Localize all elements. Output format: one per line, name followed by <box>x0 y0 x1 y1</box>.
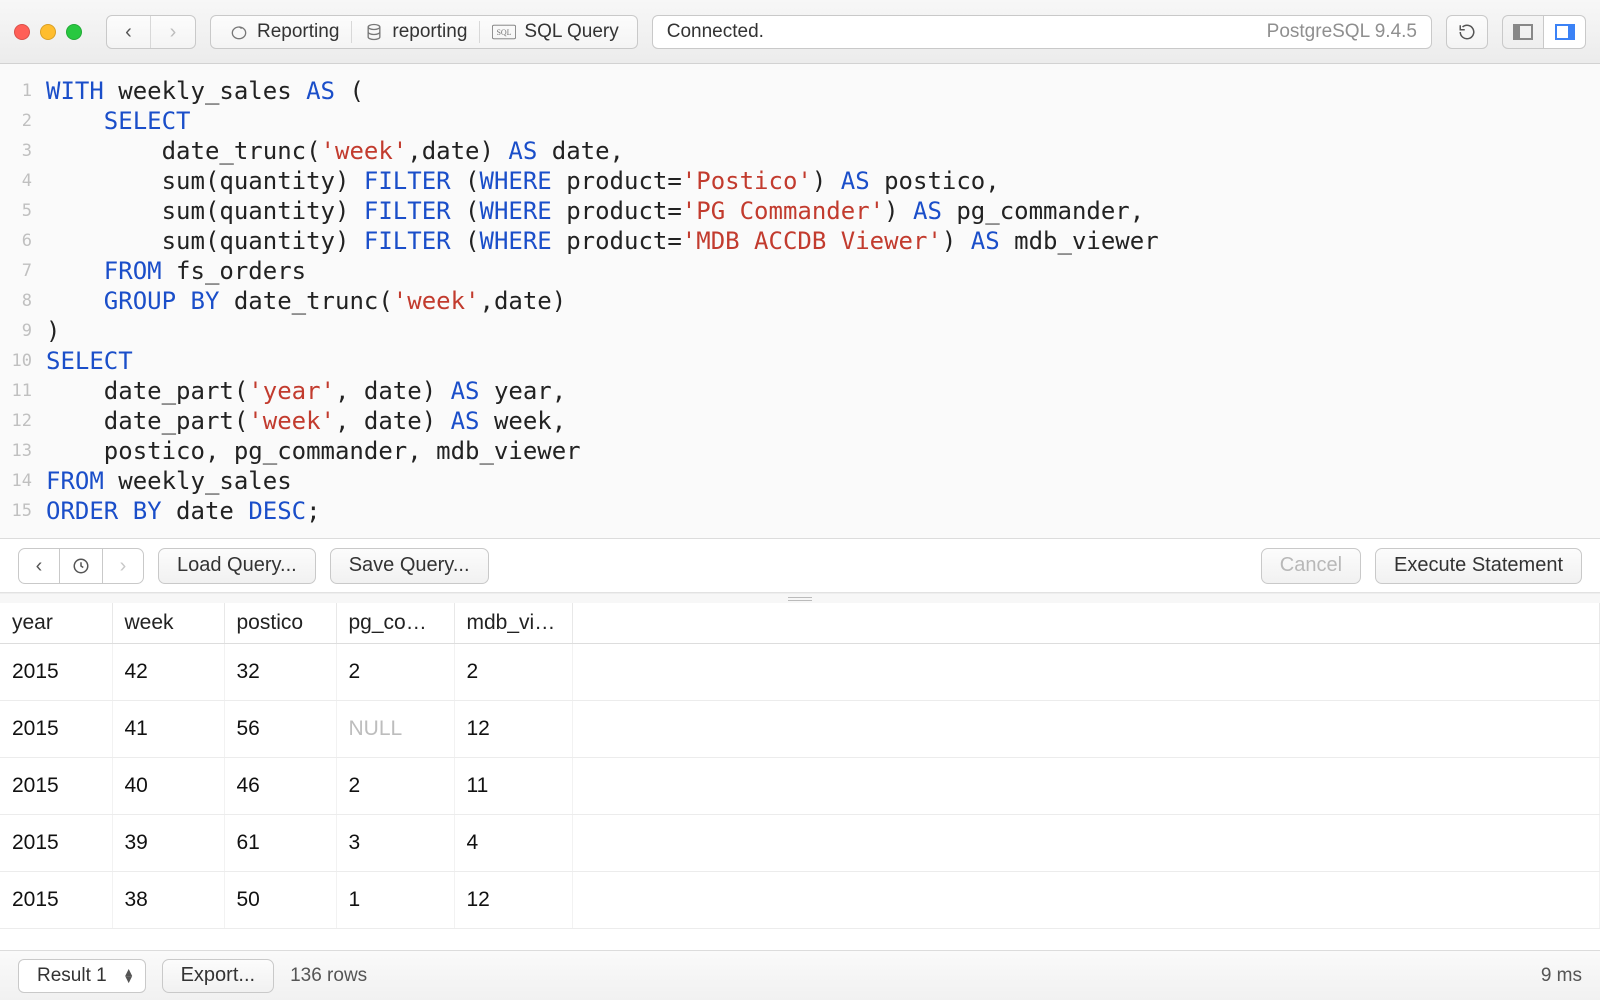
column-header[interactable]: pg_com… <box>336 603 454 644</box>
table-row[interactable]: 20154156NULL12 <box>0 701 1600 758</box>
grip-icon <box>788 597 812 601</box>
breadcrumb: Reporting reporting SQL SQL Query <box>210 15 638 49</box>
table-cell[interactable]: 2015 <box>0 872 112 929</box>
breadcrumb-item[interactable]: reporting <box>351 21 479 43</box>
query-toolbar: ‹ › Load Query... Save Query... Cancel E… <box>0 539 1600 593</box>
table-row[interactable]: 20154046211 <box>0 758 1600 815</box>
save-query-button[interactable]: Save Query... <box>330 548 489 584</box>
column-header[interactable]: week <box>112 603 224 644</box>
panel-toggle <box>1502 15 1586 49</box>
breadcrumb-label: SQL Query <box>524 21 618 43</box>
chevron-left-icon: ‹ <box>36 556 43 576</box>
table-row[interactable]: 2015423222 <box>0 644 1600 701</box>
line-number-gutter: 123456789101112131415 <box>0 64 40 538</box>
table-cell[interactable]: 2015 <box>0 815 112 872</box>
execute-statement-button[interactable]: Execute Statement <box>1375 548 1582 584</box>
table-cell[interactable]: 2 <box>336 644 454 701</box>
column-header[interactable]: year <box>0 603 112 644</box>
chevron-left-icon: ‹ <box>125 22 132 42</box>
back-button[interactable]: ‹ <box>107 16 151 48</box>
table-row[interactable]: 2015396134 <box>0 815 1600 872</box>
table-cell[interactable]: 42 <box>112 644 224 701</box>
table-cell[interactable]: 2 <box>454 644 572 701</box>
elephant-icon <box>229 22 249 42</box>
zoom-window-button[interactable] <box>66 24 82 40</box>
table-cell[interactable]: 61 <box>224 815 336 872</box>
table-cell[interactable]: 46 <box>224 758 336 815</box>
table-cell[interactable]: 3 <box>336 815 454 872</box>
table-header-row[interactable]: yearweekposticopg_com…mdb_vie… <box>0 603 1600 644</box>
history-back-button[interactable]: ‹ <box>18 548 60 584</box>
query-history-nav: ‹ › <box>18 548 144 584</box>
table-cell[interactable]: 11 <box>454 758 572 815</box>
table-cell[interactable]: 41 <box>112 701 224 758</box>
table-cell[interactable]: 1 <box>336 872 454 929</box>
breadcrumb-label: Reporting <box>257 21 339 43</box>
results-table[interactable]: yearweekposticopg_com…mdb_vie… 201542322… <box>0 603 1600 929</box>
results-pane: yearweekposticopg_com…mdb_vie… 201542322… <box>0 603 1600 950</box>
chevron-right-icon: › <box>120 556 127 576</box>
breadcrumb-item[interactable]: SQL SQL Query <box>479 21 630 43</box>
bottom-bar: Result 1 ▲▼ Export... 136 rows 9 ms <box>0 950 1600 1000</box>
connection-status: Connected. PostgreSQL 9.4.5 <box>652 15 1432 49</box>
chevron-right-icon: › <box>170 22 177 42</box>
table-cell[interactable]: 2015 <box>0 758 112 815</box>
svg-text:SQL: SQL <box>497 28 512 37</box>
export-button[interactable]: Export... <box>162 959 274 993</box>
table-row[interactable]: 20153850112 <box>0 872 1600 929</box>
titlebar: ‹ › Reporting reporting SQL SQL Query Conne… <box>0 0 1600 64</box>
breadcrumb-label: reporting <box>392 21 467 43</box>
table-cell[interactable]: 2015 <box>0 701 112 758</box>
window-controls <box>14 24 82 40</box>
left-panel-toggle[interactable] <box>1502 15 1544 49</box>
table-cell[interactable]: 32 <box>224 644 336 701</box>
sql-code[interactable]: WITH weekly_sales AS ( SELECT date_trunc… <box>40 64 1169 538</box>
forward-button[interactable]: › <box>151 16 195 48</box>
db-version: PostgreSQL 9.4.5 <box>1267 21 1417 43</box>
nav-back-forward: ‹ › <box>106 15 196 49</box>
row-count: 136 rows <box>290 965 367 987</box>
minimize-window-button[interactable] <box>40 24 56 40</box>
query-timing: 9 ms <box>1541 965 1582 987</box>
history-button[interactable] <box>60 548 102 584</box>
history-forward-button[interactable]: › <box>102 548 144 584</box>
table-body: 201542322220154156NULL122015404621120153… <box>0 644 1600 929</box>
load-query-button[interactable]: Load Query... <box>158 548 316 584</box>
refresh-button[interactable] <box>1446 15 1488 49</box>
splitter-handle[interactable] <box>0 593 1600 603</box>
table-cell[interactable]: 2015 <box>0 644 112 701</box>
updown-icon: ▲▼ <box>123 969 135 983</box>
table-cell[interactable]: 12 <box>454 872 572 929</box>
database-icon <box>364 22 384 42</box>
cancel-button[interactable]: Cancel <box>1261 548 1361 584</box>
refresh-icon <box>1458 23 1476 41</box>
table-cell[interactable]: NULL <box>336 701 454 758</box>
table-cell[interactable]: 56 <box>224 701 336 758</box>
right-panel-toggle[interactable] <box>1544 15 1586 49</box>
column-header[interactable]: postico <box>224 603 336 644</box>
table-cell[interactable]: 50 <box>224 872 336 929</box>
sql-icon: SQL <box>492 24 516 40</box>
column-header[interactable]: mdb_vie… <box>454 603 572 644</box>
breadcrumb-item[interactable]: Reporting <box>217 21 351 43</box>
close-window-button[interactable] <box>14 24 30 40</box>
sql-editor[interactable]: 123456789101112131415 WITH weekly_sales … <box>0 64 1600 539</box>
table-cell[interactable]: 40 <box>112 758 224 815</box>
table-cell[interactable]: 12 <box>454 701 572 758</box>
table-cell[interactable]: 2 <box>336 758 454 815</box>
result-selector-label: Result 1 <box>37 965 107 987</box>
status-text: Connected. <box>667 21 764 43</box>
table-cell[interactable]: 38 <box>112 872 224 929</box>
table-cell[interactable]: 4 <box>454 815 572 872</box>
result-selector[interactable]: Result 1 ▲▼ <box>18 959 146 993</box>
clock-icon <box>72 557 90 575</box>
table-cell[interactable]: 39 <box>112 815 224 872</box>
